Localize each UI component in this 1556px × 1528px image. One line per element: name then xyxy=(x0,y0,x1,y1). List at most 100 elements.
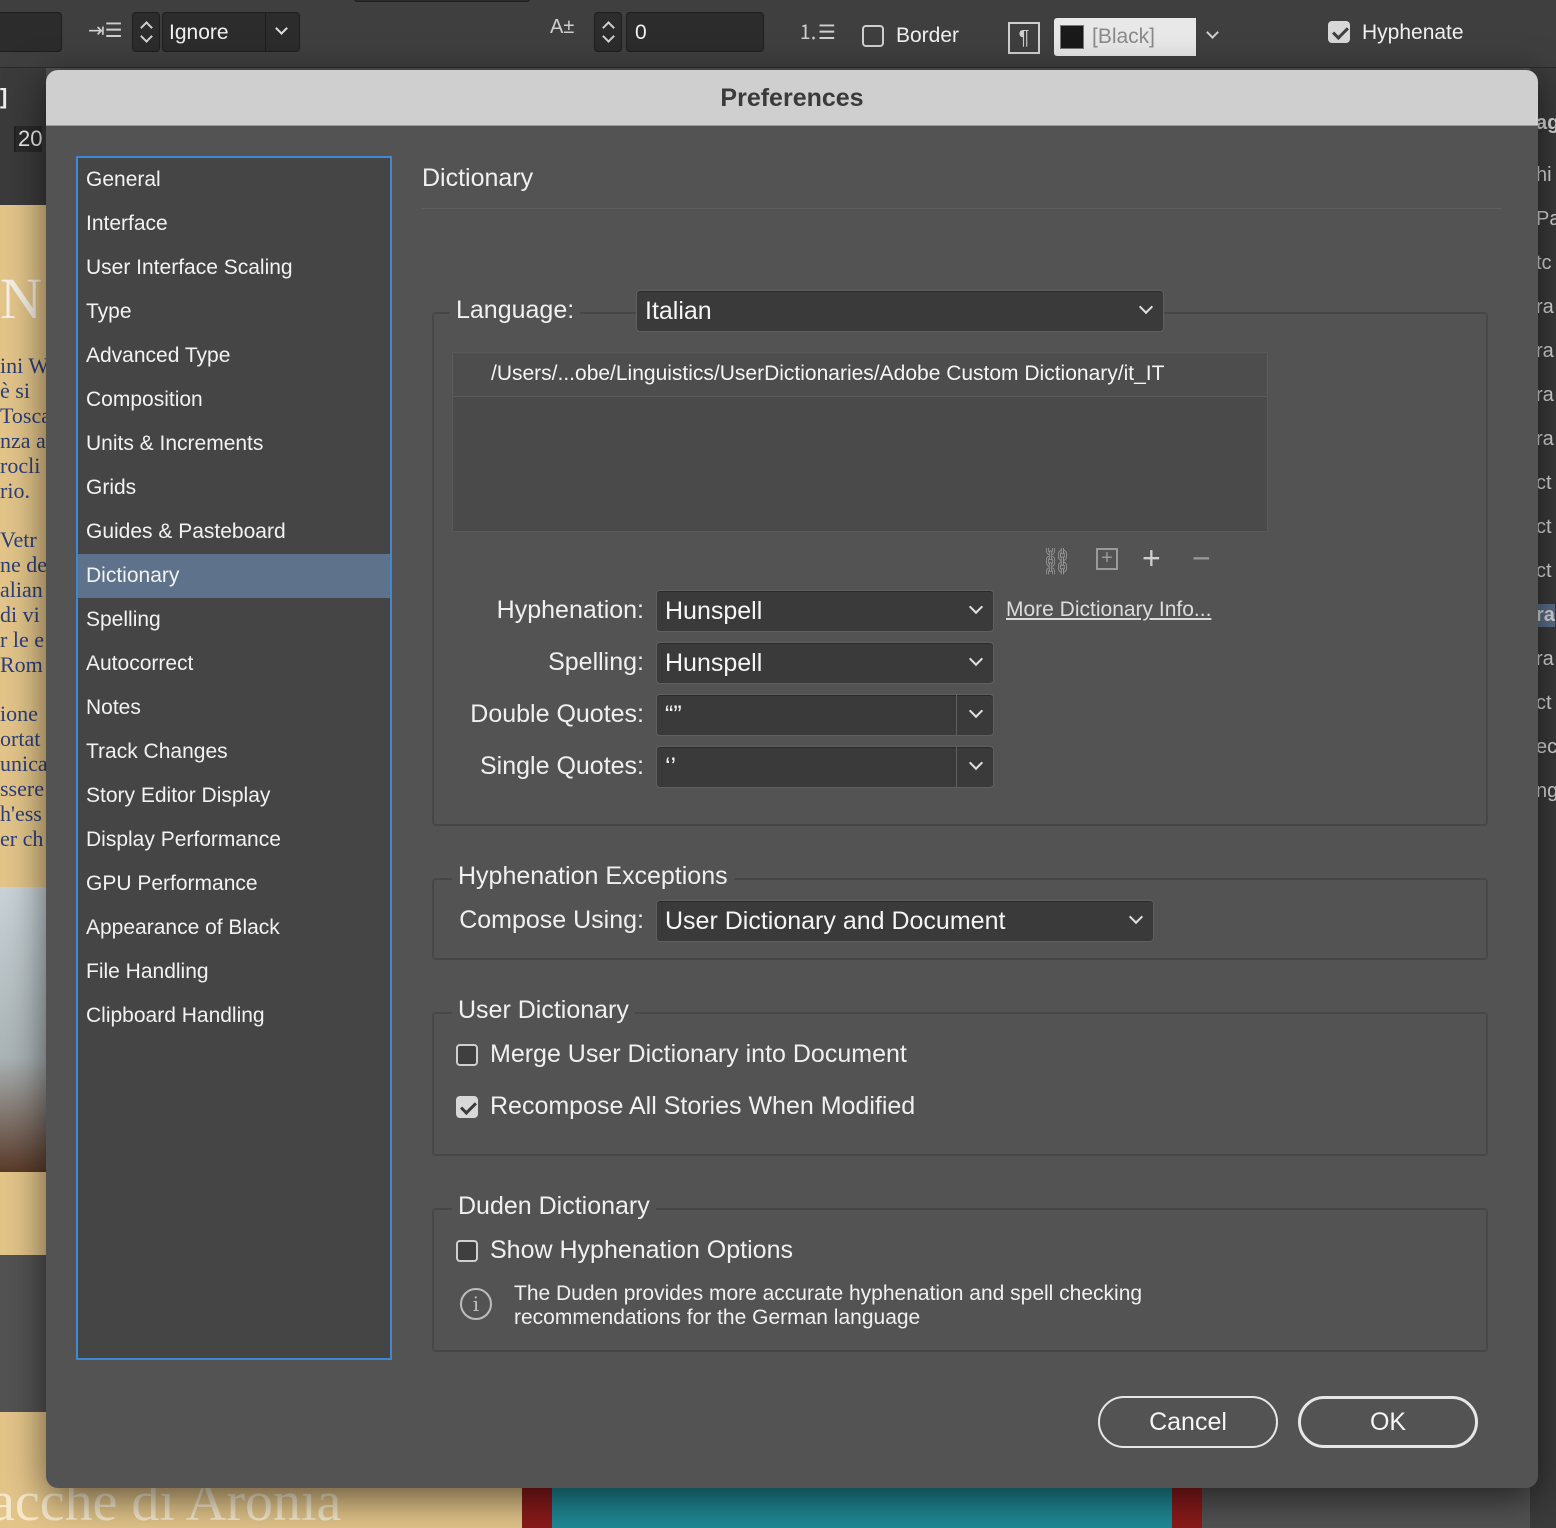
sidebar-item-display-performance[interactable]: Display Performance xyxy=(78,818,390,862)
sidebar-item-advanced-type[interactable]: Advanced Type xyxy=(78,334,390,378)
panel-item[interactable]: ra xyxy=(1536,384,1554,407)
panel-item[interactable]: ra xyxy=(1536,648,1554,671)
page-title: Dictionary xyxy=(422,164,534,192)
sidebar-item-general[interactable]: General xyxy=(78,158,390,202)
compose-using-dropdown[interactable]: User Dictionary and Document xyxy=(656,900,1154,942)
double-quotes-label: Double Quotes: xyxy=(470,700,644,728)
sidebar-item-dictionary[interactable]: Dictionary xyxy=(78,554,390,598)
spacing-icon[interactable]: A± xyxy=(550,16,574,39)
sidebar-item-guides[interactable]: Guides & Pasteboard xyxy=(78,510,390,554)
spelling-dropdown[interactable]: Hunspell xyxy=(656,642,994,684)
single-quotes-label: Single Quotes: xyxy=(480,752,644,780)
control-toolbar: ⇥☰ Ignore A± 0 ⒈☰ Border ¶ [Black] Hyphe… xyxy=(0,0,1556,68)
sidebar-item-composition[interactable]: Composition xyxy=(78,378,390,422)
panel-item[interactable]: ct xyxy=(1536,560,1552,583)
ignore-value: Ignore xyxy=(169,21,229,44)
hyphenation-label: Hyphenation: xyxy=(496,596,644,624)
double-quotes-value: “” xyxy=(665,701,682,729)
language-label: Language: xyxy=(450,296,581,325)
panel-item[interactable]: ec xyxy=(1536,736,1556,759)
dictionary-path-row[interactable]: /Users/...obe/Linguistics/UserDictionari… xyxy=(453,353,1267,397)
paragraph-icon[interactable]: ¶ xyxy=(1008,22,1040,54)
sidebar-item-spelling[interactable]: Spelling xyxy=(78,598,390,642)
sidebar-item-autocorrect[interactable]: Autocorrect xyxy=(78,642,390,686)
panel-item[interactable]: ra xyxy=(1536,428,1554,451)
border-checkbox[interactable] xyxy=(862,25,884,47)
sidebar-item-track-changes[interactable]: Track Changes xyxy=(78,730,390,774)
panel-item[interactable]: ct xyxy=(1536,516,1552,539)
single-quotes-combo[interactable]: ‘’ xyxy=(656,746,994,788)
sidebar-item-interface[interactable]: Interface xyxy=(78,202,390,246)
sidebar-item-gpu-performance[interactable]: GPU Performance xyxy=(78,862,390,906)
info-icon: i xyxy=(460,1288,492,1320)
sidebar-item-ui-scaling[interactable]: User Interface Scaling xyxy=(78,246,390,290)
merge-user-dictionary-checkbox[interactable] xyxy=(456,1044,478,1066)
ok-button[interactable]: OK xyxy=(1298,1396,1478,1448)
user-dictionary-group: Merge User Dictionary into Document Reco… xyxy=(432,1012,1488,1156)
combo-separator xyxy=(956,695,957,735)
hyphenate-checkbox[interactable] xyxy=(1328,21,1350,43)
panel-item[interactable]: ng xyxy=(1536,780,1556,803)
new-dictionary-icon[interactable]: + xyxy=(1096,548,1118,570)
document-text-block-2: Vetr ne de alian di vi r le e Rom xyxy=(0,527,48,677)
panel-item[interactable]: ct xyxy=(1536,692,1552,715)
spacing-spinner[interactable] xyxy=(594,12,622,52)
sidebar-item-appearance-of-black[interactable]: Appearance of Black xyxy=(78,906,390,950)
sidebar-item-file-handling[interactable]: File Handling xyxy=(78,950,390,994)
recompose-stories-checkbox[interactable] xyxy=(456,1096,478,1118)
hyphenate-label: Hyphenate xyxy=(1362,21,1464,44)
chevron-down-icon xyxy=(275,22,288,35)
panel-item[interactable]: ct xyxy=(1536,472,1552,495)
panel-item[interactable]: hi xyxy=(1536,164,1552,187)
document-photo xyxy=(0,887,48,1172)
chevron-down-icon[interactable] xyxy=(968,755,984,771)
duden-info-text: The Duden provides more accurate hyphena… xyxy=(514,1282,1143,1329)
document-page-left: N ini W è si Tosca nza a rocli rio. Vetr ne d… xyxy=(0,205,48,1255)
panel-item[interactable]: ra xyxy=(1536,296,1554,319)
plus-icon[interactable]: + xyxy=(1142,540,1161,577)
compose-using-label: Compose Using: xyxy=(459,906,644,934)
sidebar-item-type[interactable]: Type xyxy=(78,290,390,334)
show-hyphenation-options-label: Show Hyphenation Options xyxy=(490,1236,793,1264)
chevron-down-icon[interactable] xyxy=(968,703,984,719)
ignore-spinner[interactable] xyxy=(132,12,160,52)
show-hyphenation-options-checkbox[interactable] xyxy=(456,1240,478,1262)
dictionary-list[interactable]: /Users/...obe/Linguistics/UserDictionari… xyxy=(452,352,1268,532)
recompose-stories-label: Recompose All Stories When Modified xyxy=(490,1092,916,1120)
color-swatch-dropdown[interactable]: [Black] xyxy=(1054,18,1230,56)
sidebar-item-units[interactable]: Units & Increments xyxy=(78,422,390,466)
language-dropdown[interactable]: Italian xyxy=(636,290,1164,332)
sidebar-item-clipboard-handling[interactable]: Clipboard Handling xyxy=(78,994,390,1038)
chevron-down-icon xyxy=(265,13,266,51)
side-label: ] xyxy=(0,84,8,109)
panel-item[interactable]: ra xyxy=(1536,340,1554,363)
chevron-down-icon xyxy=(968,651,984,667)
preferences-dialog: Preferences General Interface User Inter… xyxy=(46,70,1538,1488)
more-dictionary-info-link[interactable]: More Dictionary Info... xyxy=(1006,598,1211,622)
hyphenation-exceptions-legend: Hyphenation Exceptions xyxy=(452,862,734,891)
minus-icon[interactable]: − xyxy=(1192,540,1211,577)
panel-item-selected[interactable]: ra xyxy=(1536,604,1555,627)
panel-item[interactable]: Pa xyxy=(1536,208,1556,231)
sidebar-item-notes[interactable]: Notes xyxy=(78,686,390,730)
spacing-field[interactable]: 0 xyxy=(626,12,764,52)
cancel-button[interactable]: Cancel xyxy=(1098,1396,1278,1448)
document-teal-band xyxy=(552,1488,1172,1528)
sidebar-item-story-editor[interactable]: Story Editor Display xyxy=(78,774,390,818)
preferences-sidebar: General Interface User Interface Scaling… xyxy=(76,156,392,1360)
double-quotes-combo[interactable]: “” xyxy=(656,694,994,736)
panel-item[interactable]: tc xyxy=(1536,252,1552,275)
indent-icon[interactable]: ⇥☰ xyxy=(88,18,123,43)
toolbar-field-mid[interactable] xyxy=(354,0,530,2)
heading-divider xyxy=(422,208,1502,209)
numbered-list-icon[interactable]: ⒈☰ xyxy=(798,16,836,45)
link-icon[interactable]: ⛓ xyxy=(1040,546,1073,577)
compose-using-value: User Dictionary and Document xyxy=(665,907,1006,935)
toolbar-field-left[interactable] xyxy=(0,12,62,52)
sidebar-item-grids[interactable]: Grids xyxy=(78,466,390,510)
hyphenation-dropdown[interactable]: Hunspell xyxy=(656,590,994,632)
ignore-dropdown[interactable]: Ignore xyxy=(162,12,300,52)
language-value: Italian xyxy=(645,297,712,325)
combo-separator xyxy=(956,747,957,787)
panel-item[interactable]: ag xyxy=(1536,112,1556,135)
